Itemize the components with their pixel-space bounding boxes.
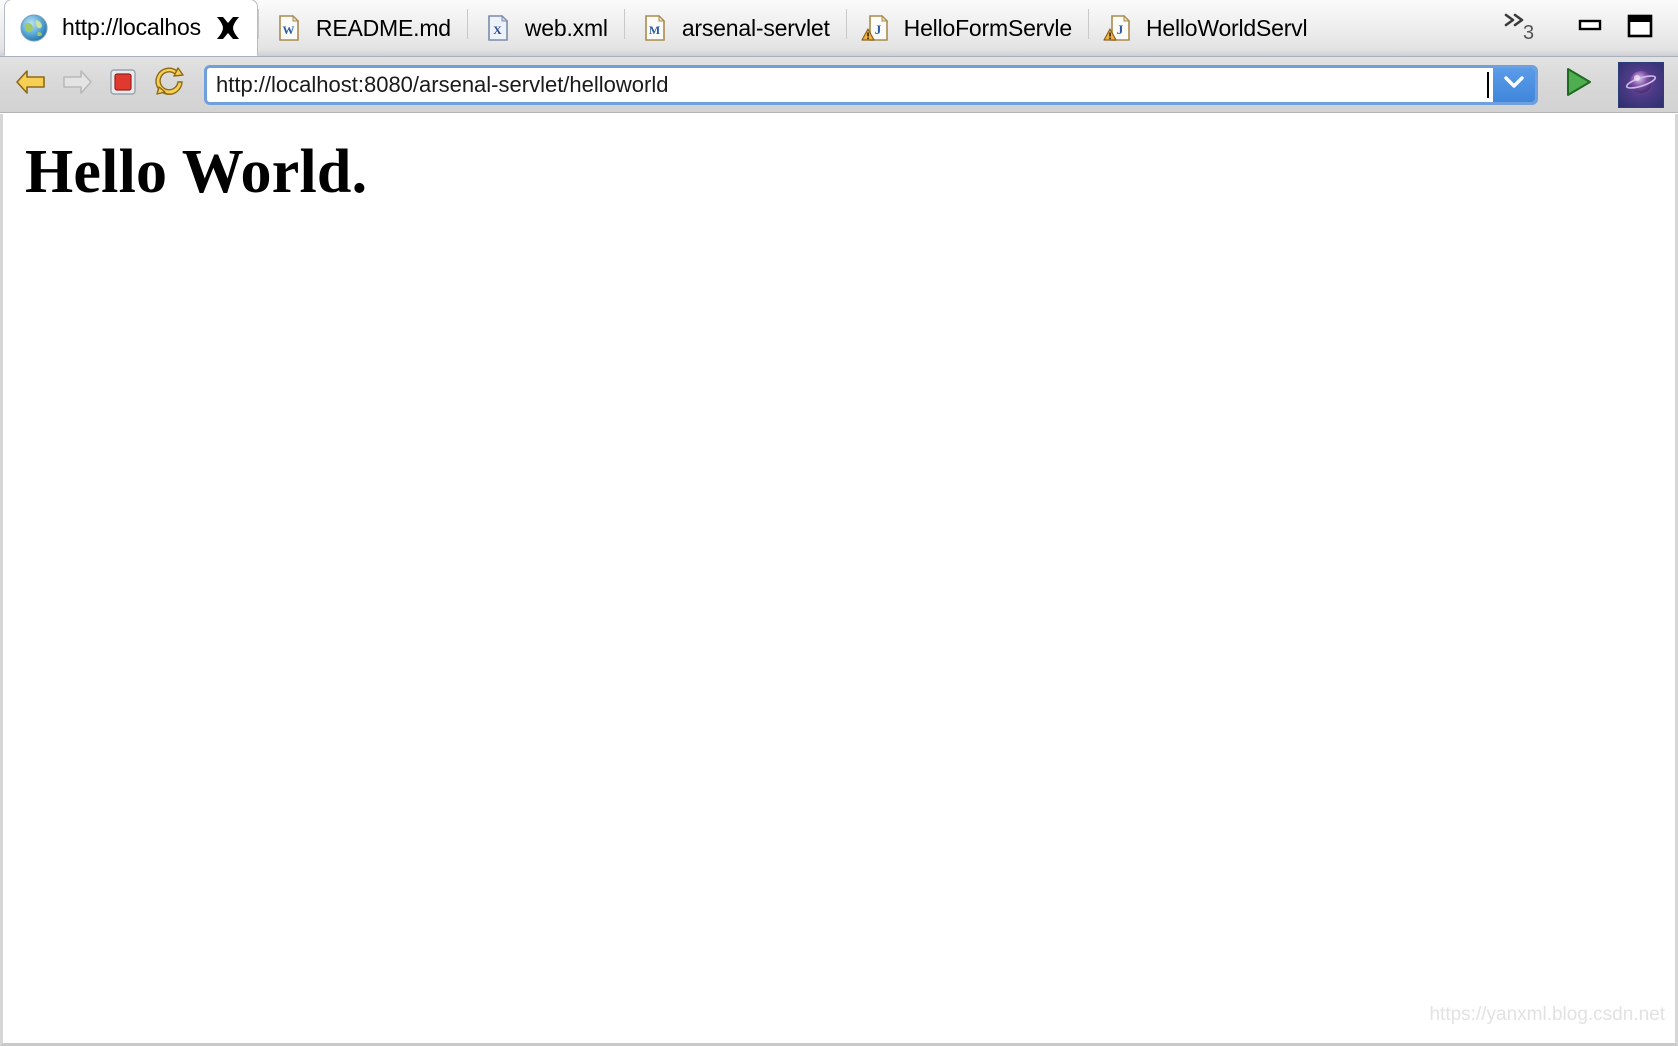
browser-globe-icon xyxy=(1624,65,1658,104)
refresh-button[interactable] xyxy=(148,65,190,105)
globe-icon xyxy=(19,13,49,43)
tab-bar: http://localhos W README.md X web.xml M … xyxy=(0,0,1678,57)
svg-text:M: M xyxy=(649,23,660,37)
browser-brand-button[interactable] xyxy=(1618,61,1664,108)
window-controls xyxy=(1558,0,1678,56)
forward-arrow-icon xyxy=(60,67,94,102)
tab-label: HelloFormServle xyxy=(903,14,1072,41)
url-input[interactable] xyxy=(207,67,1487,102)
text-caret xyxy=(1487,71,1489,98)
go-button[interactable] xyxy=(1552,63,1604,107)
close-icon[interactable] xyxy=(215,15,241,41)
browser-window: http://localhos W README.md X web.xml M … xyxy=(0,0,1678,1046)
svg-text:X: X xyxy=(493,23,502,37)
tab-helloworldservlet[interactable]: J HelloWorldServl xyxy=(1089,0,1323,56)
url-dropdown-button[interactable] xyxy=(1493,67,1535,102)
back-arrow-icon xyxy=(14,67,48,102)
stop-icon xyxy=(108,67,138,102)
chevron-down-icon xyxy=(1502,73,1526,96)
tab-label: web.xml xyxy=(524,14,608,41)
tab-localhost[interactable]: http://localhos xyxy=(4,0,258,56)
tab-webxml[interactable]: X web.xml xyxy=(468,0,624,56)
refresh-icon xyxy=(153,67,185,102)
back-button[interactable] xyxy=(10,65,52,105)
forward-button[interactable] xyxy=(56,65,98,105)
window-bottom-edge xyxy=(0,1034,1678,1046)
java-warning-document-icon: J xyxy=(1103,13,1133,43)
xml-document-icon: X xyxy=(482,13,512,43)
tab-arsenal-servlet[interactable]: M arsenal-servlet xyxy=(625,0,846,56)
maximize-icon[interactable] xyxy=(1626,13,1654,44)
stop-button[interactable] xyxy=(102,65,144,105)
tab-label: arsenal-servlet xyxy=(681,14,830,41)
word-document-icon: W xyxy=(273,13,303,43)
watermark: https://yanxml.blog.csdn.net xyxy=(1429,1004,1665,1025)
tab-helloformservlet[interactable]: J HelloFormServle xyxy=(847,0,1088,56)
svg-text:W: W xyxy=(282,23,294,37)
tab-label: HelloWorldServl xyxy=(1145,14,1308,41)
tab-label: README.md xyxy=(315,14,451,41)
tab-readme[interactable]: W README.md xyxy=(259,0,467,56)
maven-document-icon: M xyxy=(639,13,669,43)
tab-overflow-count: 3 xyxy=(1523,22,1535,44)
address-bar[interactable] xyxy=(204,64,1538,105)
java-warning-document-icon: J xyxy=(861,13,891,43)
tab-overflow-button[interactable]: 3 xyxy=(1496,0,1558,56)
minimize-icon[interactable] xyxy=(1576,15,1604,42)
tab-label: http://localhos xyxy=(62,14,201,40)
svg-text:J: J xyxy=(1117,22,1124,37)
browser-toolbar xyxy=(0,57,1678,113)
play-triangle-icon xyxy=(1560,65,1596,104)
svg-text:J: J xyxy=(874,22,881,37)
page-heading: Hello World. xyxy=(25,138,368,206)
page-viewport: Hello World. https://yanxml.blog.csdn.ne… xyxy=(0,114,1678,1034)
